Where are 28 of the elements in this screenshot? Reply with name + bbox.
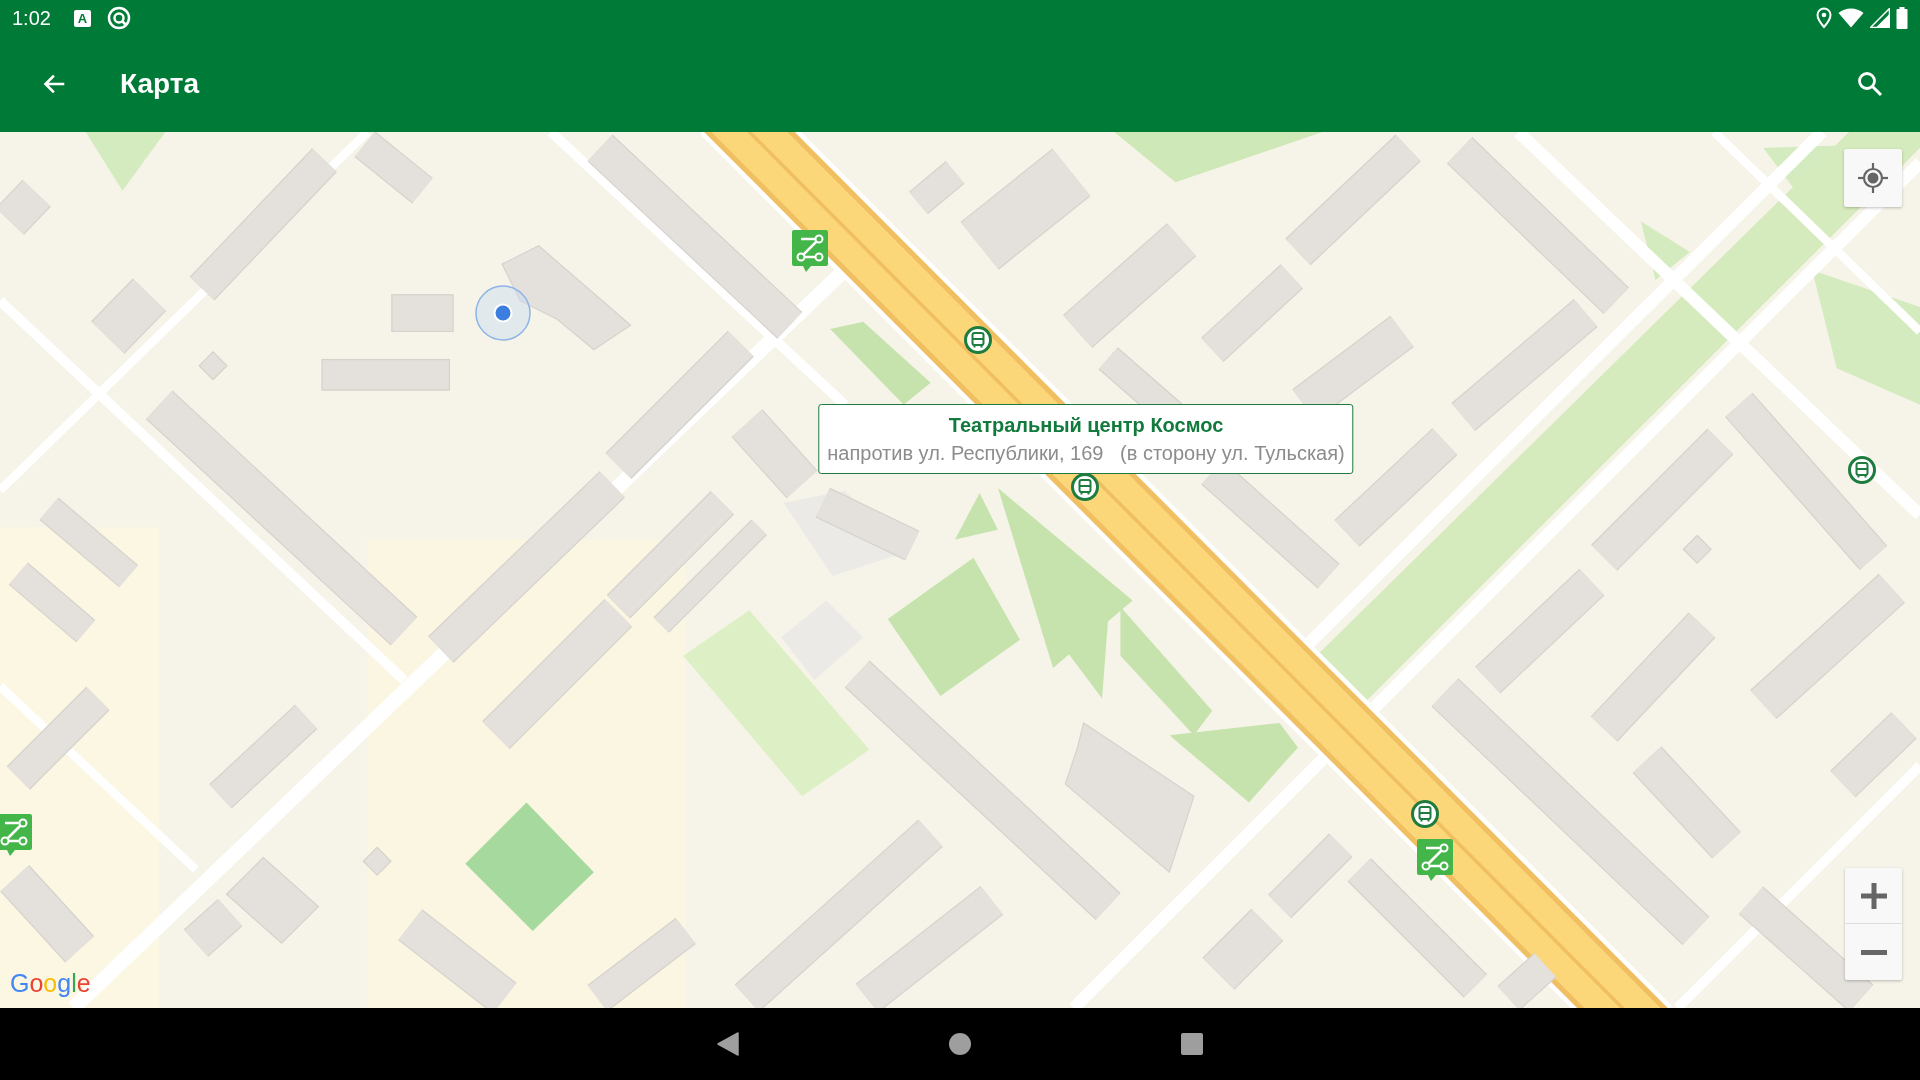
map-logo: Google [10, 971, 91, 996]
building [391, 294, 454, 333]
route-marker-icon[interactable] [792, 230, 828, 272]
building [1497, 952, 1557, 1008]
crosshair-icon [1857, 162, 1889, 194]
wifi-icon [1838, 8, 1864, 28]
signal-icon [1870, 8, 1890, 28]
back-triangle-icon[interactable] [717, 1032, 739, 1056]
status-time: 1:02 [12, 8, 51, 28]
info-window[interactable]: Театральный центр Космос напротив ул. Республики, 169 (в сторону ул. Тульская) [818, 404, 1354, 474]
plus-icon [1860, 882, 1887, 909]
my-location-button[interactable] [1844, 149, 1902, 207]
home-circle-icon[interactable] [949, 1033, 971, 1055]
battery-icon [1896, 7, 1908, 29]
location-pin-icon [1816, 7, 1832, 29]
screen-title: Карта [120, 70, 200, 98]
minus-icon [1860, 949, 1887, 955]
info-window-title: Театральный центр Космос [948, 413, 1224, 438]
route-marker-icon[interactable] [0, 814, 32, 856]
search-icon [1857, 71, 1883, 97]
route-marker-icon[interactable] [1417, 839, 1453, 881]
building [0, 179, 51, 235]
ring-icon [106, 6, 131, 30]
park-area [1640, 221, 1690, 281]
back-arrow-icon [42, 72, 66, 96]
my-location-icon [475, 285, 531, 341]
info-window-subtitle: напротив ул. Республики, 169 (в сторону ул. Тульская) [827, 441, 1345, 466]
notification-letter-badge: A [73, 9, 91, 27]
